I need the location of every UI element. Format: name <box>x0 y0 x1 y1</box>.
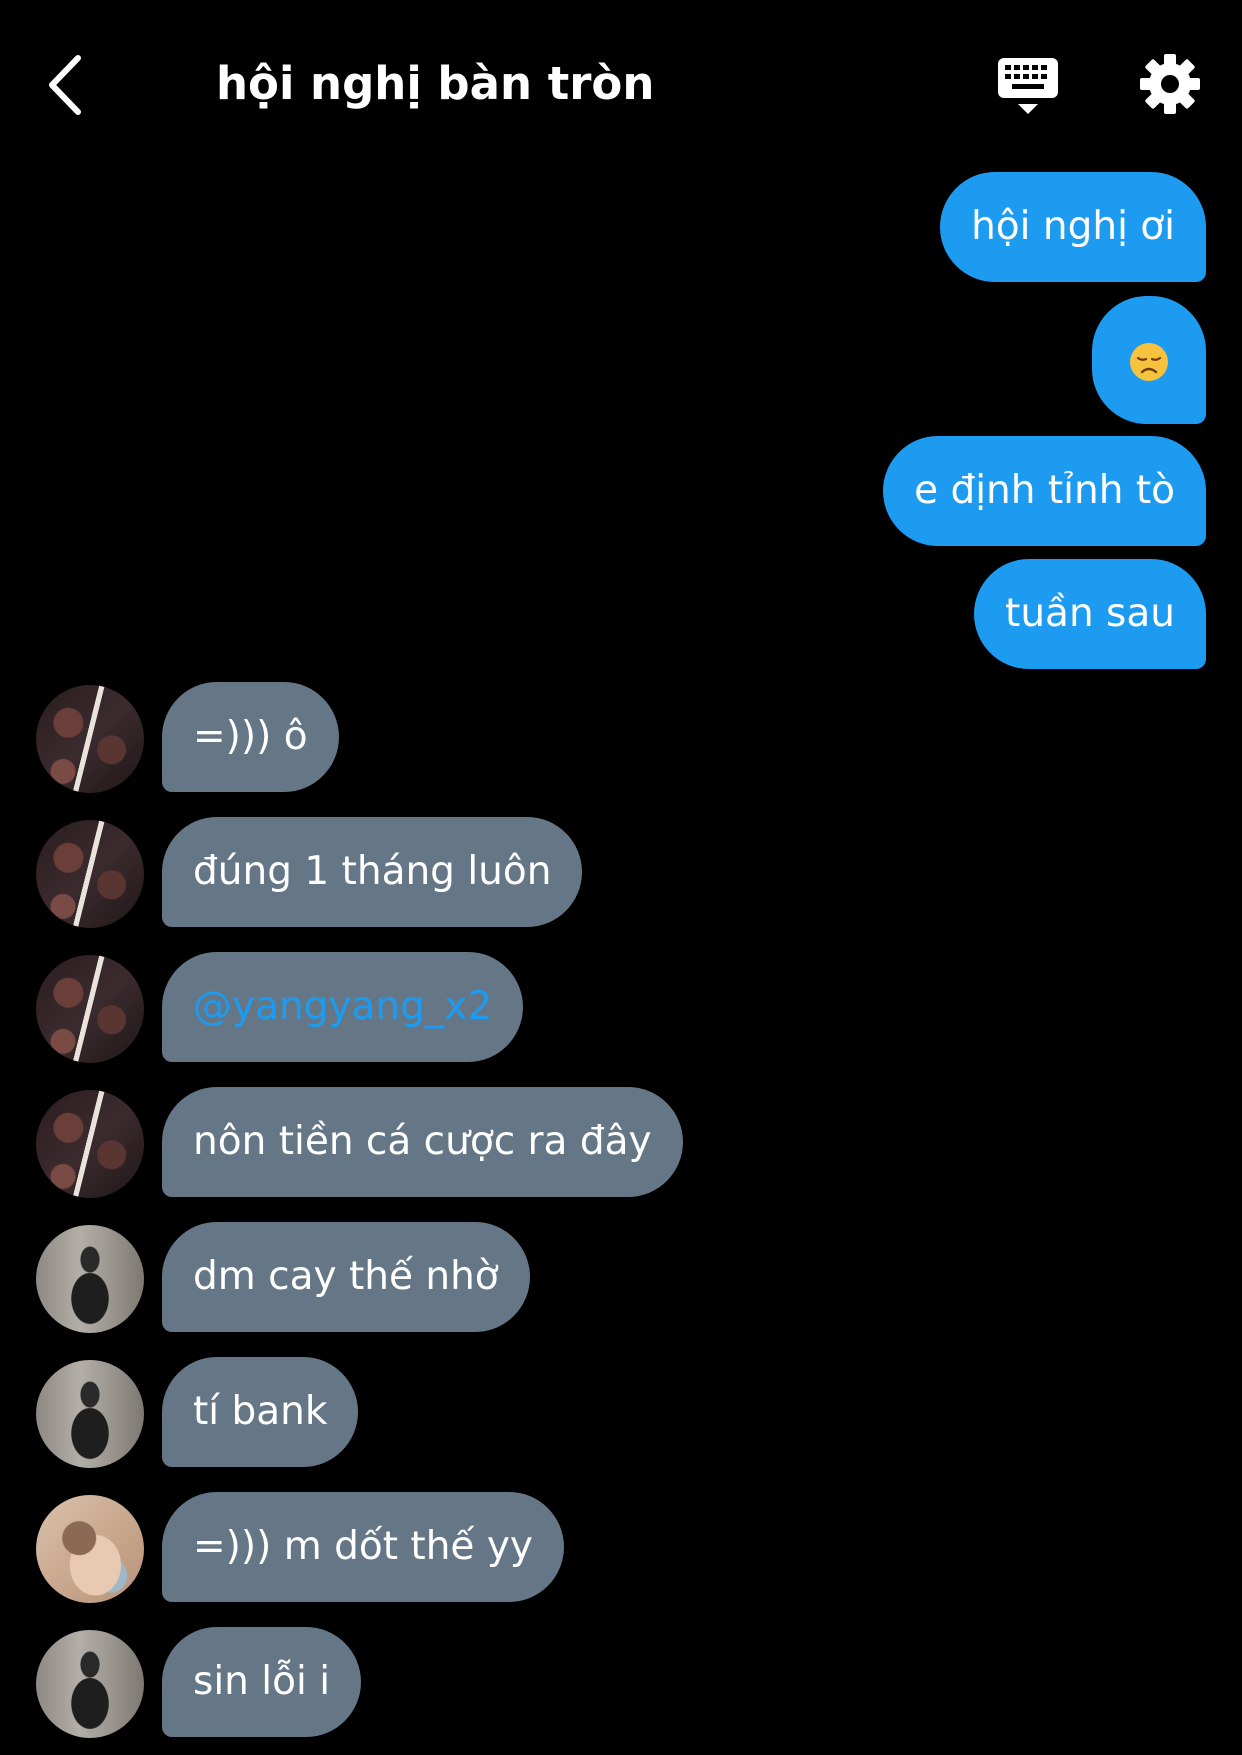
message-bubble-outgoing[interactable] <box>1092 296 1206 424</box>
keyboard-icon <box>998 58 1058 114</box>
gear-icon <box>1140 54 1200 114</box>
message-bubble-incoming[interactable]: tí bank <box>162 1357 359 1467</box>
message-bubble-outgoing[interactable]: tuần sau <box>974 559 1206 669</box>
avatar[interactable] <box>36 1630 144 1738</box>
message-text: sin lỗi i <box>193 1659 331 1704</box>
message-text: =))) m dốt thế yy <box>193 1524 533 1569</box>
message-bubble-incoming[interactable]: nôn tiền cá cược ra đây <box>162 1087 683 1197</box>
avatar[interactable] <box>36 955 144 1063</box>
back-button[interactable] <box>40 50 100 120</box>
user-mention-link[interactable]: @yangyang_x2 <box>193 984 492 1029</box>
keyboard-button[interactable] <box>992 54 1064 120</box>
message-text: dm cay thế nhờ <box>193 1254 499 1299</box>
avatar[interactable] <box>36 1360 144 1468</box>
conversation-title: hội nghị bàn tròn <box>216 57 655 110</box>
message-text: =))) ô <box>193 714 308 759</box>
chat-header: hội nghị bàn tròn <box>0 0 1242 170</box>
disappointed-face-emoji <box>1130 342 1168 381</box>
message-text: tuần sau <box>1005 591 1175 636</box>
avatar[interactable] <box>36 820 144 928</box>
message-bubble-incoming[interactable]: dm cay thế nhờ <box>162 1222 530 1332</box>
avatar[interactable] <box>36 685 144 793</box>
message-bubble-outgoing[interactable]: e định tỉnh tò <box>883 436 1206 546</box>
message-text: nôn tiền cá cược ra đây <box>193 1119 652 1164</box>
message-bubble-incoming[interactable]: sin lỗi i <box>162 1627 362 1737</box>
message-text: hội nghị ơi <box>971 204 1175 249</box>
message-bubble-outgoing[interactable]: hội nghị ơi <box>940 172 1206 282</box>
avatar[interactable] <box>36 1225 144 1333</box>
message-bubble-incoming[interactable]: đúng 1 tháng luôn <box>162 817 583 927</box>
message-bubble-incoming[interactable]: =))) m dốt thế yy <box>162 1492 564 1602</box>
message-bubble-incoming[interactable]: =))) ô <box>162 682 339 792</box>
message-text: đúng 1 tháng luôn <box>193 849 552 894</box>
avatar[interactable] <box>36 1090 144 1198</box>
message-text: tí bank <box>193 1389 328 1434</box>
chevron-left-icon <box>49 55 81 115</box>
avatar[interactable] <box>36 1495 144 1603</box>
settings-button[interactable] <box>1138 52 1202 116</box>
message-bubble-incoming[interactable]: @yangyang_x2 <box>162 952 524 1062</box>
message-text: e định tỉnh tò <box>914 468 1175 513</box>
